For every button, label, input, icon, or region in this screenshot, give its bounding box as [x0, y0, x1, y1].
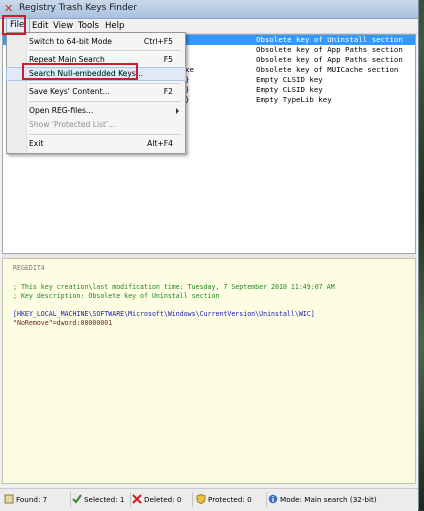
menu-item-shortcut: F2	[163, 87, 173, 96]
menu-item-shortcut: Alt+F4	[147, 139, 173, 148]
highlight-search-null-embedded	[22, 63, 138, 80]
result-description: Obsolete key of App Paths section	[256, 45, 403, 54]
status-found: Found: 7	[4, 492, 71, 507]
delete-icon	[132, 494, 142, 504]
status-protected: Protected: 0	[196, 492, 267, 507]
menu-item-label: Exit	[29, 139, 44, 148]
menu-separator	[29, 50, 181, 51]
status-protected-text: Protected: 0	[208, 495, 252, 504]
app-window: ✕ Registry Trash Keys Finder File Edit V…	[0, 0, 419, 511]
menu-item-show-protected-list: Show 'Protected List'...	[7, 119, 185, 131]
menu-item-shortcut: Ctrl+F5	[143, 37, 173, 46]
highlight-file-menu	[2, 15, 26, 35]
key-details-pane[interactable]: REGEDIT4 ; This key creation\last modifi…	[2, 258, 416, 484]
menu-separator	[29, 134, 181, 135]
key-time-comment: ; This key creation\last modification ti…	[13, 283, 335, 291]
result-description: Empty TypeLib key	[256, 95, 332, 104]
menu-view[interactable]: View	[50, 19, 76, 33]
menu-edit[interactable]: Edit	[29, 19, 51, 33]
result-description: Obsolete key of App Paths section	[256, 55, 403, 64]
file-menu-dropdown: Switch to 64-bit Mode Ctrl+F5 Repeat Mai…	[6, 32, 186, 154]
status-selected-text: Selected: 1	[84, 495, 125, 504]
result-name: xe	[185, 65, 194, 74]
menu-item-label: Open REG-files...	[29, 106, 94, 115]
found-icon	[4, 494, 14, 504]
result-description: Empty CLSID key	[256, 85, 323, 94]
result-description: Empty CLSID key	[256, 75, 323, 84]
menu-separator	[29, 101, 181, 102]
app-x-icon: ✕	[4, 2, 14, 15]
menu-item-open-reg-files[interactable]: Open REG-files...	[7, 105, 185, 117]
result-description: Obsolete key of Uninstall section	[256, 35, 403, 44]
status-deleted-text: Deleted: 0	[144, 495, 182, 504]
window-title: Registry Trash Keys Finder	[19, 3, 137, 13]
registry-value: "NoRemove"=dword:00000001	[13, 319, 113, 327]
status-mode-text: Mode: Main search (32-bit)	[280, 495, 377, 504]
key-description-comment: ; Key description: Obsolete key of Unins…	[13, 292, 220, 300]
menu-tools[interactable]: Tools	[75, 19, 102, 33]
submenu-arrow-icon	[176, 108, 179, 114]
shield-icon	[196, 494, 206, 504]
menu-item-exit[interactable]: Exit Alt+F4	[7, 138, 185, 150]
menu-item-label: Switch to 64-bit Mode	[29, 37, 112, 46]
menu-item-save-keys-content[interactable]: Save Keys' Content... F2	[7, 86, 185, 98]
reg-header: REGEDIT4	[13, 264, 45, 272]
result-description: Obsolete key of MUICache section	[256, 65, 399, 74]
status-bar: Found: 7 Selected: 1 Deleted: 0 Protecte…	[0, 488, 418, 511]
status-mode: Mode: Main search (32-bit)	[268, 492, 414, 507]
status-deleted: Deleted: 0	[132, 492, 193, 507]
menu-item-label: Save Keys' Content...	[29, 87, 110, 96]
title-bar[interactable]: ✕ Registry Trash Keys Finder	[0, 0, 418, 19]
menu-item-shortcut: F5	[163, 55, 173, 64]
status-found-text: Found: 7	[16, 495, 48, 504]
check-icon	[72, 494, 82, 504]
menu-separator	[29, 83, 181, 84]
registry-key-path: [HKEY_LOCAL_MACHINE\SOFTWARE\Microsoft\W…	[13, 310, 315, 318]
status-selected: Selected: 1	[72, 492, 131, 507]
menu-item-switch-64bit[interactable]: Switch to 64-bit Mode Ctrl+F5	[7, 36, 185, 48]
menu-item-label: Show 'Protected List'...	[29, 120, 116, 129]
menu-help[interactable]: Help	[102, 19, 127, 33]
info-icon	[268, 494, 278, 504]
